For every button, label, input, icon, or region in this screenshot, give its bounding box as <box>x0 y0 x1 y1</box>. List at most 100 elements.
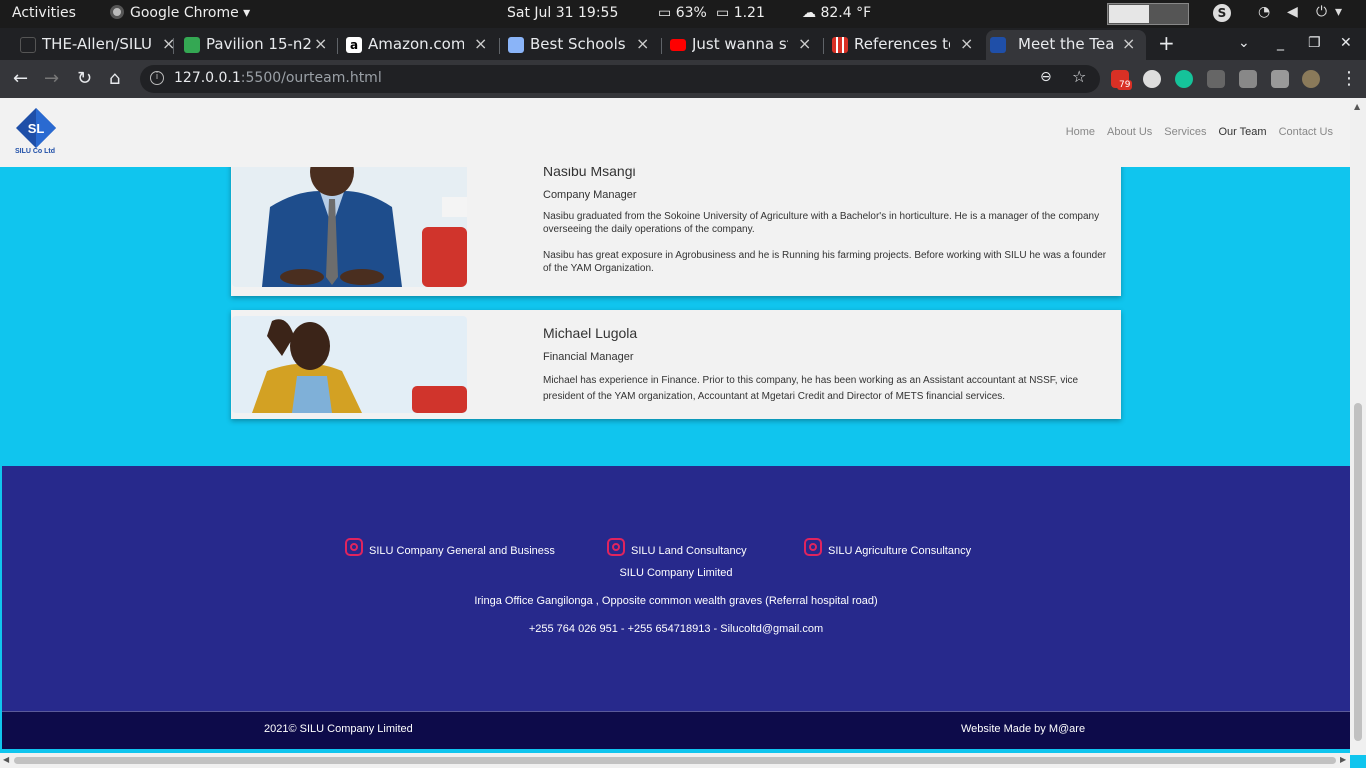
close-icon[interactable]: × <box>798 34 811 53</box>
scroll-up-icon[interactable]: ▲ <box>1354 102 1360 111</box>
skype-icon[interactable]: S <box>1213 4 1231 22</box>
photo-nasibu <box>232 167 467 287</box>
monitor-icon: ▭ <box>716 5 730 21</box>
close-icon[interactable]: × <box>636 34 649 53</box>
system-menu-arrow-icon[interactable]: ▾ <box>1335 4 1342 20</box>
social-label: SILU Land Consultancy <box>631 545 747 557</box>
grammarly-extension-icon[interactable] <box>1175 70 1193 88</box>
member-bio: Michael has experience in Finance. Prior… <box>543 375 1079 402</box>
weather-value: 82.4 °F <box>820 5 872 21</box>
footer-company: SILU Company Limited <box>619 567 733 579</box>
tab-label: References to <box>854 35 950 53</box>
load-value: 1.21 <box>733 5 765 21</box>
social-link-agriculture[interactable]: SILU Agriculture Consultancy <box>804 538 971 557</box>
close-icon[interactable]: × <box>960 34 973 53</box>
app-menu-label: Google Chrome <box>130 5 239 21</box>
url-text[interactable]: 127.0.0.1:5500/ourteam.html <box>174 70 382 86</box>
tab-github[interactable]: THE-Allen/SILU × <box>16 30 176 60</box>
volume-icon[interactable]: ◀ <box>1287 4 1298 20</box>
extension-r-icon[interactable] <box>1239 70 1257 88</box>
footer-bottom-bar: 2021© SILU Company Limited Website Made … <box>2 711 1350 749</box>
scrollbar-thumb[interactable] <box>1354 403 1362 741</box>
pavilion-icon <box>184 37 200 53</box>
back-icon[interactable]: ← <box>13 68 28 89</box>
close-icon[interactable]: × <box>314 34 327 53</box>
chrome-icon <box>110 5 124 19</box>
home-icon[interactable]: ⌂ <box>109 68 120 89</box>
skype-extension-icon[interactable] <box>1143 70 1161 88</box>
scroll-right-icon[interactable]: ▶ <box>1340 755 1346 764</box>
social-link-land[interactable]: SILU Land Consultancy <box>607 538 747 557</box>
gmail-badge: 79 <box>1117 80 1133 90</box>
clock[interactable]: Sat Jul 31 19:55 <box>507 5 618 21</box>
instagram-icon <box>804 538 822 556</box>
bookmark-star-icon[interactable]: ☆ <box>1072 67 1086 86</box>
tab-meet-the-team[interactable]: Meet the Team × <box>986 30 1146 60</box>
horizontal-scrollbar[interactable]: ◀ ▶ <box>0 753 1350 768</box>
battery-icon: ▭ <box>658 5 672 21</box>
member-name: Michael Lugola <box>543 325 638 341</box>
reload-icon[interactable]: ↻ <box>77 68 92 89</box>
system-top-bar: Activities Google Chrome ▾ Sat Jul 31 19… <box>0 0 1366 28</box>
tab-label: Amazon.com <box>368 35 464 53</box>
svg-text:SL: SL <box>28 121 45 136</box>
extension-c-icon[interactable] <box>1207 70 1225 88</box>
browser-toolbar: ← → ↻ ⌂ i 127.0.0.1:5500/ourteam.html ⊖ … <box>0 60 1366 98</box>
app-menu[interactable]: Google Chrome ▾ <box>110 5 250 21</box>
vertical-scrollbar[interactable]: ▲ <box>1350 98 1366 755</box>
new-tab-icon[interactable]: + <box>1158 31 1175 55</box>
silu-logo-icon <box>990 37 1006 53</box>
workspace-toggle[interactable] <box>1107 3 1189 25</box>
tab-references[interactable]: References to × <box>828 30 983 60</box>
github-icon <box>20 37 36 53</box>
member-role: Financial Manager <box>543 351 634 363</box>
site-footer: SILU Company General and Business SILU L… <box>2 466 1350 711</box>
close-icon[interactable]: × <box>1122 34 1135 53</box>
site-header: SL SILU Co Ltd Home About Us Services Our T… <box>0 98 1350 167</box>
info-icon[interactable]: i <box>150 71 164 85</box>
logo-diamond-icon: SL <box>16 108 56 148</box>
tab-youtube[interactable]: Just wanna st × <box>666 30 821 60</box>
tab-pavilion[interactable]: Pavilion 15-n2 × <box>180 30 335 60</box>
photo-michael <box>232 316 467 413</box>
member-bio: Nasibu has great exposure in Agrobusines… <box>543 250 1107 274</box>
minimize-icon[interactable]: _ <box>1277 35 1284 51</box>
site-logo[interactable]: SL SILU Co Ltd <box>12 108 58 158</box>
copyright-text: 2021© SILU Company Limited <box>264 723 413 735</box>
nav-about[interactable]: About Us <box>1107 126 1152 138</box>
site-nav: Home About Us Services Our Team Contact Us <box>1054 126 1333 138</box>
forward-icon[interactable]: → <box>44 68 59 89</box>
nav-services[interactable]: Services <box>1164 126 1206 138</box>
maximize-icon[interactable]: ❐ <box>1308 35 1321 51</box>
scrollbar-thumb[interactable] <box>14 757 1336 764</box>
power-icon[interactable]: ⏻ <box>1316 4 1327 20</box>
nav-contact[interactable]: Contact Us <box>1279 126 1333 138</box>
extensions-puzzle-icon[interactable] <box>1271 70 1289 88</box>
tab-label: Meet the Team <box>1018 35 1114 53</box>
nav-home[interactable]: Home <box>1066 126 1095 138</box>
profile-avatar[interactable] <box>1302 70 1320 88</box>
tab-label: Just wanna st <box>692 35 788 53</box>
social-label: SILU Agriculture Consultancy <box>828 545 972 557</box>
wifi-icon[interactable]: ◔ <box>1258 4 1270 20</box>
close-icon[interactable]: × <box>474 34 487 53</box>
references-icon <box>832 37 848 53</box>
tab-search-icon[interactable]: ⌄ <box>1238 35 1250 51</box>
social-link-general[interactable]: SILU Company General and Business <box>345 538 555 557</box>
more-menu-icon[interactable]: ⋮ <box>1340 68 1358 89</box>
scroll-left-icon[interactable]: ◀ <box>3 755 9 764</box>
activities-button[interactable]: Activities <box>12 5 76 21</box>
nav-our-team[interactable]: Our Team <box>1218 126 1266 138</box>
battery-indicator: ▭ 63% <box>658 5 707 21</box>
close-window-icon[interactable]: ✕ <box>1340 35 1352 51</box>
zoom-icon[interactable]: ⊖ <box>1040 69 1052 85</box>
footer-address: Iringa Office Gangilonga , Opposite comm… <box>474 595 878 607</box>
logo-text: SILU Co Ltd <box>14 148 56 155</box>
weather-indicator: ☁ 82.4 °F <box>802 5 871 21</box>
url-host: 127.0.0.1 <box>174 70 241 86</box>
tab-amazon[interactable]: a Amazon.com × <box>342 30 497 60</box>
tab-best-schools[interactable]: Best Schools I × <box>504 30 659 60</box>
cloud-icon: ☁ <box>802 5 816 21</box>
address-bar[interactable]: i 127.0.0.1:5500/ourteam.html ⊖ ☆ <box>140 65 1100 93</box>
page-viewport: Nasibu Msangi Company Manager Nasibu gra… <box>0 98 1366 768</box>
